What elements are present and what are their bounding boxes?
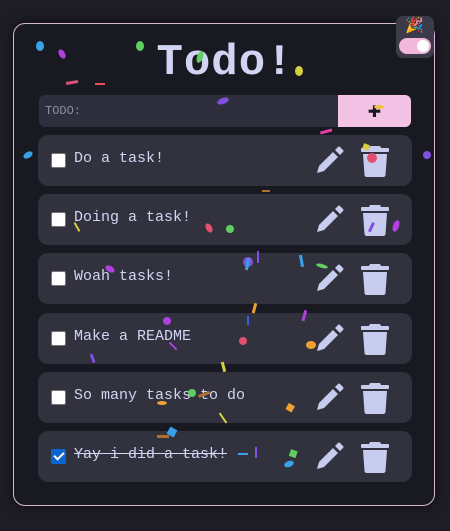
pencil-icon[interactable] — [313, 441, 345, 473]
task-label: Doing a task! — [74, 209, 192, 226]
trash-icon[interactable] — [360, 322, 390, 356]
trash-icon[interactable] — [360, 144, 390, 178]
todo-input[interactable] — [39, 95, 338, 127]
task-checkbox[interactable] — [51, 271, 66, 286]
task-checkbox[interactable] — [51, 331, 66, 346]
task-label: Do a task! — [74, 150, 165, 167]
party-popper-icon: 🎉 — [405, 16, 424, 34]
pencil-icon[interactable] — [313, 323, 345, 355]
task-label: Make a README — [74, 328, 192, 345]
task-row: Yay i did a task! — [38, 431, 412, 482]
app-title: Todo! — [156, 38, 294, 88]
add-task-button[interactable]: ✚ — [338, 95, 411, 127]
task-row: Do a task! — [38, 135, 412, 186]
task-checkbox[interactable] — [51, 390, 66, 405]
trash-icon[interactable] — [360, 440, 390, 474]
task-row: Doing a task! — [38, 194, 412, 245]
pencil-icon[interactable] — [313, 145, 345, 177]
toggle-knob — [417, 40, 429, 52]
task-row: Make a README — [38, 313, 412, 364]
plus-icon: ✚ — [367, 101, 382, 121]
trash-icon[interactable] — [360, 203, 390, 237]
pencil-icon[interactable] — [313, 263, 345, 295]
task-label: Woah tasks! — [74, 268, 174, 285]
pencil-icon[interactable] — [313, 204, 345, 236]
task-row: Woah tasks! — [38, 253, 412, 304]
task-checkbox[interactable] — [51, 449, 66, 464]
trash-icon[interactable] — [360, 262, 390, 296]
task-label: So many tasks to do — [74, 387, 246, 404]
task-row: So many tasks to do — [38, 372, 412, 423]
toggle-switch[interactable] — [399, 38, 431, 54]
pencil-icon[interactable] — [313, 382, 345, 414]
trash-icon[interactable] — [360, 381, 390, 415]
task-checkbox[interactable] — [51, 153, 66, 168]
task-label: Yay i did a task! — [74, 446, 228, 463]
theme-toggle[interactable]: 🎉 — [396, 16, 434, 58]
task-checkbox[interactable] — [51, 212, 66, 227]
